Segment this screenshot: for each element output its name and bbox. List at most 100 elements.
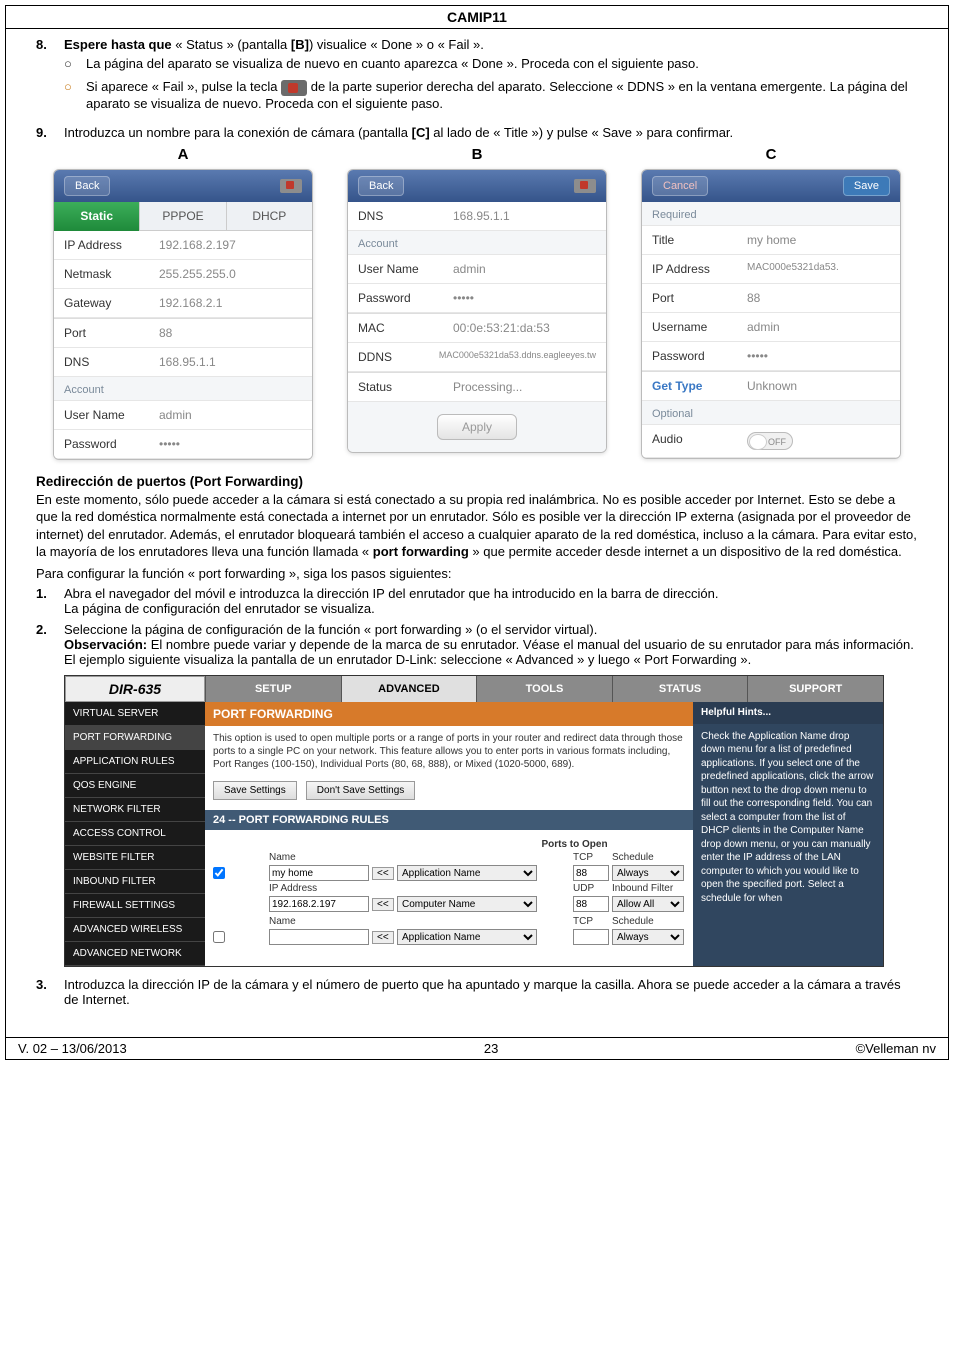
ip-value: 192.168.2.197 — [159, 238, 302, 252]
step-8-text: Espere hasta que « Status » (pantalla [B… — [64, 37, 918, 52]
dns-value: 168.95.1.1 — [159, 355, 302, 369]
side-application-rules[interactable]: APPLICATION RULES — [65, 750, 205, 774]
inbound-select[interactable]: Allow All — [612, 896, 684, 912]
tcp-port-input[interactable] — [573, 929, 609, 945]
username-label: Username — [652, 320, 747, 334]
cancel-button[interactable]: Cancel — [652, 176, 708, 196]
side-advanced-wireless[interactable]: ADVANCED WIRELESS — [65, 918, 205, 942]
footer-page: 23 — [484, 1041, 498, 1056]
side-website-filter[interactable]: WEBSITE FILTER — [65, 846, 205, 870]
gateway-value: 192.168.2.1 — [159, 296, 302, 310]
schedule-select[interactable]: Always — [612, 929, 684, 945]
save-button[interactable]: Save — [843, 176, 890, 196]
doc-header: CAMIP11 — [6, 6, 948, 29]
back-button[interactable]: Back — [64, 176, 110, 196]
dns-label: DNS — [64, 355, 159, 369]
home-icon[interactable] — [574, 179, 596, 193]
dont-save-button[interactable]: Don't Save Settings — [306, 781, 416, 800]
side-qos-engine[interactable]: QOS ENGINE — [65, 774, 205, 798]
side-inbound-filter[interactable]: INBOUND FILTER — [65, 870, 205, 894]
tab-setup[interactable]: SETUP — [205, 676, 341, 702]
rule-name-input[interactable] — [269, 929, 369, 945]
pfw-heading: PORT FORWARDING — [205, 702, 693, 726]
col-schedule: Schedule — [612, 852, 684, 863]
mac-value: 00:0e:53:21:da:53 — [453, 321, 596, 335]
password-label: Password — [358, 291, 453, 305]
home-icon[interactable] — [280, 179, 302, 193]
rule-ip-input[interactable] — [269, 896, 369, 912]
side-advanced-network[interactable]: ADVANCED NETWORK — [65, 942, 205, 966]
audio-label: Audio — [652, 432, 747, 450]
pf-step-3: Introduzca la dirección IP de la cámara … — [64, 977, 918, 1007]
side-firewall-settings[interactable]: FIREWALL SETTINGS — [65, 894, 205, 918]
username-value: admin — [159, 408, 302, 422]
port-value: 88 — [159, 326, 302, 340]
status-value: Processing... — [453, 380, 596, 394]
back-button[interactable]: Back — [358, 176, 404, 196]
tab-static[interactable]: Static — [54, 202, 140, 231]
port-value: 88 — [747, 291, 890, 305]
gettype-value: Unknown — [747, 379, 890, 393]
home-icon — [281, 80, 307, 96]
schedule-select[interactable]: Always — [612, 865, 684, 881]
tab-pppoe[interactable]: PPPOE — [140, 202, 226, 231]
tab-tools[interactable]: TOOLS — [476, 676, 612, 702]
panel-a: Back Static PPPOE DHCP IP Address192.168… — [53, 169, 313, 460]
side-virtual-server[interactable]: VIRTUAL SERVER — [65, 702, 205, 726]
tab-support[interactable]: SUPPORT — [747, 676, 883, 702]
panel-c: Cancel Save Required Titlemy home IP Add… — [641, 169, 901, 459]
step-9-text: Introduzca un nombre para la conexión de… — [64, 125, 918, 140]
ip-value: MAC000e5321da53. — [747, 262, 890, 276]
hints-body: Check the Application Name drop down men… — [701, 730, 875, 906]
copy-app-button[interactable]: << — [372, 931, 394, 944]
udp-port-input[interactable] — [573, 896, 609, 912]
optional-section: Optional — [642, 401, 900, 425]
pf-step-3-num: 3. — [36, 977, 64, 1007]
port-label: Port — [64, 326, 159, 340]
copy-app-button[interactable]: << — [372, 867, 394, 880]
side-network-filter[interactable]: NETWORK FILTER — [65, 798, 205, 822]
col-name: Name — [269, 852, 369, 863]
portfwd-p2: Para configurar la función « port forwar… — [36, 565, 918, 583]
copy-computer-button[interactable]: << — [372, 898, 394, 911]
username-label: User Name — [358, 262, 453, 276]
rule-name-input[interactable] — [269, 865, 369, 881]
col-schedule: Schedule — [612, 916, 684, 927]
col-inbound: Inbound Filter — [612, 883, 684, 894]
application-select[interactable]: Application Name — [397, 865, 537, 881]
title-value[interactable]: my home — [747, 233, 890, 247]
side-access-control[interactable]: ACCESS CONTROL — [65, 822, 205, 846]
rule-enable-checkbox[interactable] — [213, 867, 225, 879]
computer-select[interactable]: Computer Name — [397, 896, 537, 912]
footer-copyright: ©Velleman nv — [856, 1041, 936, 1056]
tab-dhcp[interactable]: DHCP — [227, 202, 312, 231]
username-value: admin — [453, 262, 596, 276]
side-port-forwarding[interactable]: PORT FORWARDING — [65, 726, 205, 750]
col-tcp: TCP — [573, 852, 609, 863]
footer-version: V. 02 – 13/06/2013 — [18, 1041, 127, 1056]
rule-enable-checkbox[interactable] — [213, 931, 225, 943]
password-label: Password — [64, 437, 159, 451]
apply-button[interactable]: Apply — [437, 414, 517, 440]
audio-toggle[interactable]: OFF — [747, 432, 793, 450]
bullet-icon: ○ — [64, 56, 86, 71]
tab-status[interactable]: STATUS — [612, 676, 748, 702]
account-section: Account — [348, 231, 606, 255]
step-8-sub2: Si aparece « Fail », pulse la tecla de l… — [86, 79, 918, 111]
save-settings-button[interactable]: Save Settings — [213, 781, 297, 800]
tcp-port-input[interactable] — [573, 865, 609, 881]
pfw-desc: This option is used to open multiple por… — [205, 726, 693, 777]
mac-label: MAC — [358, 321, 453, 335]
gettype-label[interactable]: Get Type — [652, 379, 747, 393]
gateway-label: Gateway — [64, 296, 159, 310]
col-ports-to-open: Ports to Open — [540, 839, 609, 850]
col-udp: UDP — [573, 883, 609, 894]
tab-advanced[interactable]: ADVANCED — [341, 676, 477, 702]
status-label: Status — [358, 380, 453, 394]
application-select[interactable]: Application Name — [397, 929, 537, 945]
panel-b-letter: B — [347, 146, 607, 163]
helpful-hints-panel: Helpful Hints... Check the Application N… — [693, 702, 883, 966]
password-value: ••••• — [453, 291, 596, 305]
dns-value: 168.95.1.1 — [453, 209, 596, 223]
portfwd-p1: En este momento, sólo puede acceder a la… — [36, 491, 918, 561]
